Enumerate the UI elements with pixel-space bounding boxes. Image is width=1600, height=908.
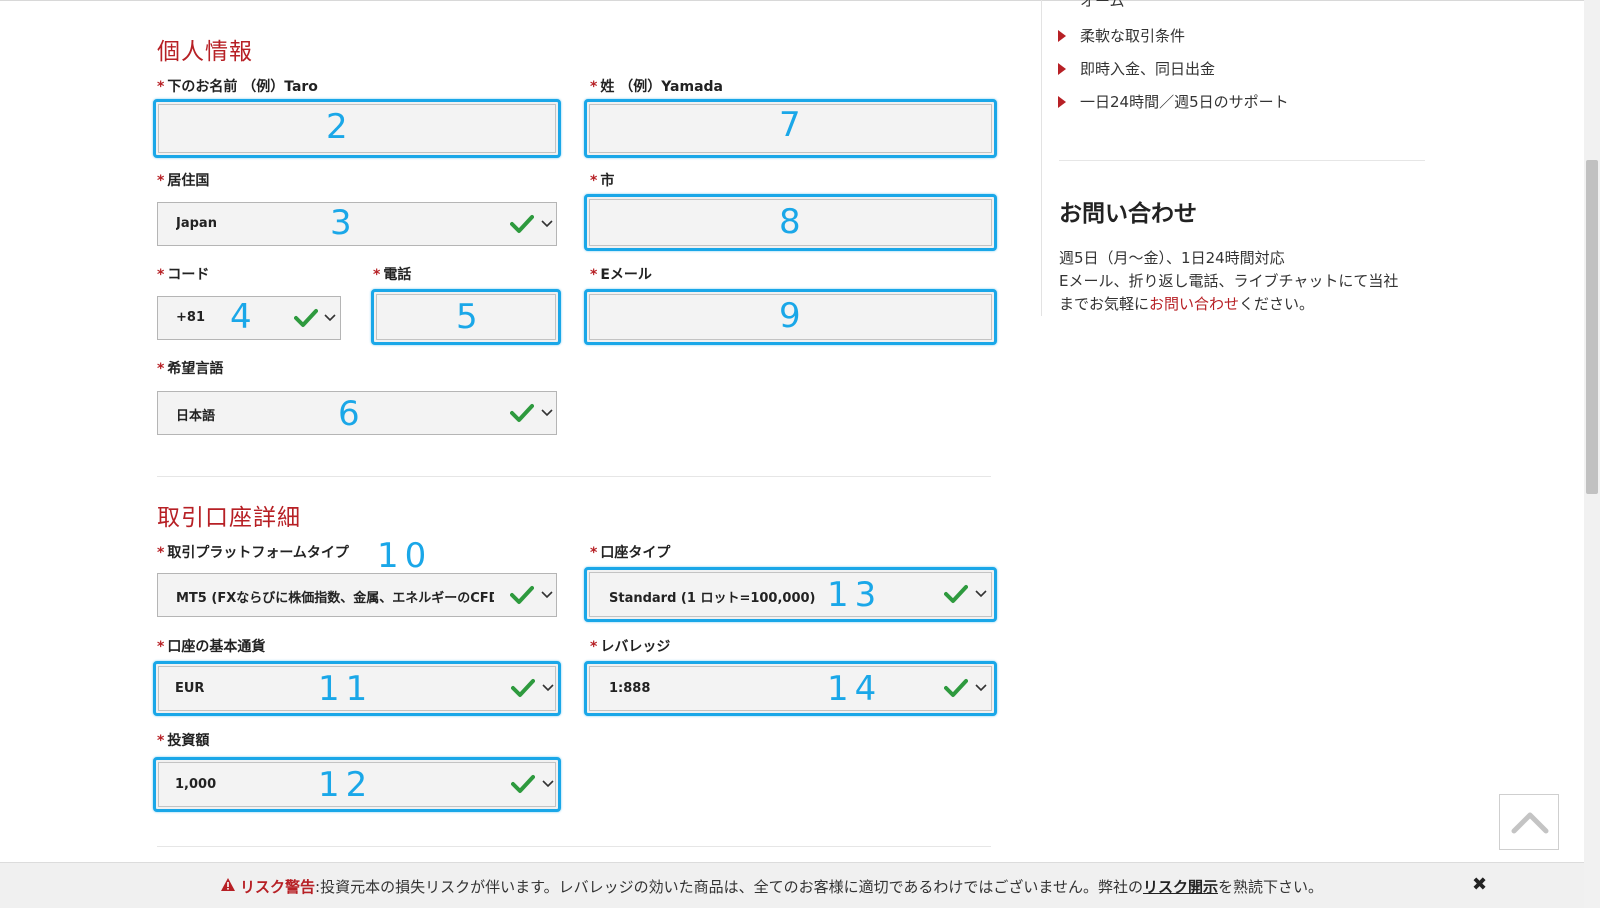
check-icon (510, 586, 534, 604)
currency-select[interactable]: EUR 11 (153, 661, 561, 716)
section-title-account: 取引口座詳細 (157, 505, 301, 531)
platform-value: MT5 (FXならびに株価指数、金属、エネルギーのCFD (176, 591, 494, 606)
risk-warning-text: リスク警告:投資元本の損失リスクが伴います。レバレッジの効いた商品は、全てのお客… (240, 878, 1324, 896)
phone-input[interactable]: 5 (371, 289, 561, 345)
check-icon (944, 679, 968, 697)
contact-invite: までお気軽にお問い合わせください。 (1059, 295, 1315, 313)
last-name-input[interactable]: 7 (584, 99, 997, 158)
caret-right-icon (1058, 96, 1066, 108)
email-input[interactable]: 9 (584, 289, 997, 345)
investment-label: * 投資額 (157, 733, 210, 749)
chevron-down-icon (541, 220, 553, 228)
leverage-value: 1:888 (609, 681, 651, 696)
badge-10: 10 (377, 536, 433, 576)
investment-value: 1,000 (175, 777, 217, 792)
code-value: +81 (176, 310, 205, 325)
check-icon (511, 775, 535, 793)
warning-icon (221, 878, 235, 891)
badge-11: 11 (318, 669, 374, 709)
sidebar-divider (1059, 160, 1425, 161)
leverage-label: * レバレッジ (590, 639, 671, 655)
badge-12: 12 (318, 765, 374, 805)
email-label: * Eメール (590, 267, 652, 283)
leverage-select[interactable]: 1:888 14 (584, 661, 997, 716)
phone-label: * 電話 (373, 267, 412, 283)
chevron-down-icon (975, 684, 987, 692)
country-value: Japan (176, 216, 217, 231)
badge-9: 9 (779, 296, 807, 336)
check-icon (294, 309, 318, 327)
section-divider (157, 476, 991, 477)
sidebar-item-cut: オーム (1080, 0, 1125, 10)
account-type-value: Standard (1 ロット=100,000) (609, 591, 816, 606)
currency-value: EUR (175, 681, 205, 696)
badge-7: 7 (779, 105, 807, 145)
badge-6: 6 (338, 394, 366, 434)
section-title-personal: 個人情報 (157, 39, 253, 65)
account-type-label: * 口座タイプ (590, 545, 671, 561)
country-label: * 居住国 (157, 173, 210, 189)
risk-warning-bar: リスク警告:投資元本の損失リスクが伴います。レバレッジの効いた商品は、全てのお客… (0, 862, 1584, 908)
country-select[interactable]: Japan 3 (157, 202, 557, 246)
first-name-label: * 下のお名前 （例）Taro (157, 79, 318, 95)
account-type-select[interactable]: Standard (1 ロット=100,000) 13 (584, 567, 997, 622)
code-select[interactable]: +81 4 (157, 296, 341, 340)
investment-select[interactable]: 1,000 12 (153, 757, 561, 812)
scrollbar-thumb[interactable] (1586, 160, 1598, 494)
chevron-down-icon (542, 684, 554, 692)
chevron-down-icon (542, 780, 554, 788)
chevron-down-icon (975, 590, 987, 598)
contact-hours: 週5日（月～金）、1日24時間対応 (1059, 249, 1285, 267)
badge-4: 4 (230, 297, 258, 337)
chevron-down-icon (541, 591, 553, 599)
sidebar-feature-1: 柔軟な取引条件 (1080, 27, 1186, 45)
chevron-up-icon (1511, 812, 1549, 834)
badge-8: 8 (779, 202, 807, 242)
badge-2: 2 (326, 107, 354, 147)
badge-3: 3 (330, 203, 358, 243)
caret-right-icon (1058, 63, 1066, 75)
chevron-down-icon (541, 409, 553, 417)
first-name-input[interactable]: 2 (153, 99, 561, 158)
contact-channels: Eメール、折り返し電話、ライブチャットにて当社 (1059, 272, 1399, 290)
badge-13: 13 (827, 575, 883, 615)
sidebar-feature-2: 即時入金、同日出金 (1080, 60, 1216, 78)
city-input[interactable]: 8 (584, 194, 997, 251)
contact-title: お問い合わせ (1059, 201, 1197, 227)
platform-label: * 取引プラットフォームタイプ (157, 545, 349, 561)
language-value: 日本語 (176, 409, 216, 424)
badge-5: 5 (456, 297, 484, 337)
risk-disclosure-link[interactable]: リスク開示 (1143, 878, 1218, 896)
check-icon (511, 679, 535, 697)
chevron-down-icon (324, 314, 336, 322)
sidebar-separator (1041, 0, 1042, 316)
last-name-label: * 姓 （例）Yamada (590, 79, 724, 95)
top-border (0, 0, 1584, 1)
back-to-top-button[interactable] (1499, 794, 1559, 850)
check-icon (944, 585, 968, 603)
section-divider (157, 846, 991, 847)
platform-select[interactable]: MT5 (FXならびに株価指数、金属、エネルギーのCFD (157, 573, 557, 617)
language-select[interactable]: 日本語 6 (157, 391, 557, 435)
sidebar-feature-3: 一日24時間／週5日のサポート (1080, 93, 1289, 111)
code-label: * コード (157, 267, 210, 283)
language-label: * 希望言語 (157, 361, 224, 377)
currency-label: * 口座の基本通貨 (157, 639, 266, 655)
city-label: * 市 (590, 173, 615, 189)
check-icon (510, 215, 534, 233)
check-icon (510, 404, 534, 422)
contact-link[interactable]: お問い合わせ (1149, 295, 1239, 313)
close-icon[interactable]: ✖ (1472, 874, 1487, 895)
badge-14: 14 (827, 669, 883, 709)
caret-right-icon (1058, 30, 1066, 42)
